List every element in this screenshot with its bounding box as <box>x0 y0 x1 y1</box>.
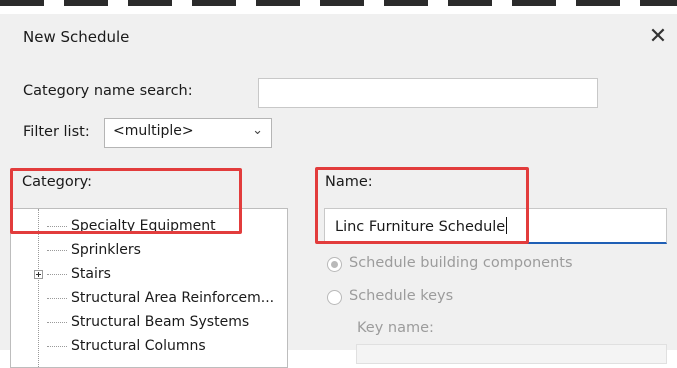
filter-list-label: Filter list: <box>23 124 90 140</box>
tree-item-structural-beam-systems[interactable]: Structural Beam Systems <box>11 310 287 335</box>
tree-item-sprinklers[interactable]: Sprinklers <box>11 238 287 263</box>
tree-item-label: Structural Beam Systems <box>71 314 250 330</box>
key-name-label: Key name: <box>357 320 434 336</box>
tree-item-structural-area-reinforcement[interactable]: Structural Area Reinforcem... <box>11 286 287 311</box>
category-tree[interactable]: Specialty Equipment Sprinklers Stairs St… <box>10 208 288 368</box>
schedule-keys-radio[interactable] <box>327 290 342 305</box>
tree-item-specialty-equipment[interactable]: Specialty Equipment <box>11 214 287 239</box>
name-label: Name: <box>325 174 373 190</box>
tree-connector <box>47 322 67 323</box>
category-search-input[interactable] <box>258 78 598 108</box>
dialog-title: New Schedule <box>23 28 130 46</box>
schedule-keys-label: Schedule keys <box>349 288 454 304</box>
new-schedule-dialog: New Schedule ✕ Category name search: Fil… <box>0 14 677 368</box>
tree-item-structural-columns[interactable]: Structural Columns <box>11 334 287 359</box>
tree-item-label: Stairs <box>71 266 111 282</box>
schedule-building-components-radio[interactable] <box>327 257 342 272</box>
category-search-label: Category name search: <box>23 83 193 99</box>
tree-item-label: Structural Area Reinforcem... <box>71 290 275 306</box>
schedule-building-components-label: Schedule building components <box>349 255 573 271</box>
expand-plus-icon[interactable] <box>34 270 43 279</box>
key-name-input[interactable] <box>356 344 667 364</box>
close-icon[interactable]: ✕ <box>645 24 671 50</box>
tree-item-label: Sprinklers <box>71 242 141 258</box>
schedule-name-value: Linc Furniture Schedule <box>335 219 506 235</box>
filter-list-value: <multiple> <box>113 123 194 139</box>
chevron-down-icon: ⌄ <box>252 123 263 138</box>
tree-connector <box>47 346 67 347</box>
tree-item-stairs[interactable]: Stairs <box>11 262 287 287</box>
schedule-name-input[interactable]: Linc Furniture Schedule <box>324 208 667 244</box>
title-bar: New Schedule ✕ <box>0 14 677 60</box>
tree-connector <box>47 274 67 275</box>
background-dashes <box>0 0 677 6</box>
text-caret <box>506 217 508 234</box>
tree-item-label: Specialty Equipment <box>71 218 216 234</box>
tree-connector <box>47 250 67 251</box>
tree-connector <box>47 226 67 227</box>
filter-list-select[interactable]: <multiple> ⌄ <box>104 118 272 148</box>
category-label: Category: <box>22 174 93 190</box>
tree-item-label: Structural Columns <box>71 338 206 354</box>
tree-connector <box>47 298 67 299</box>
